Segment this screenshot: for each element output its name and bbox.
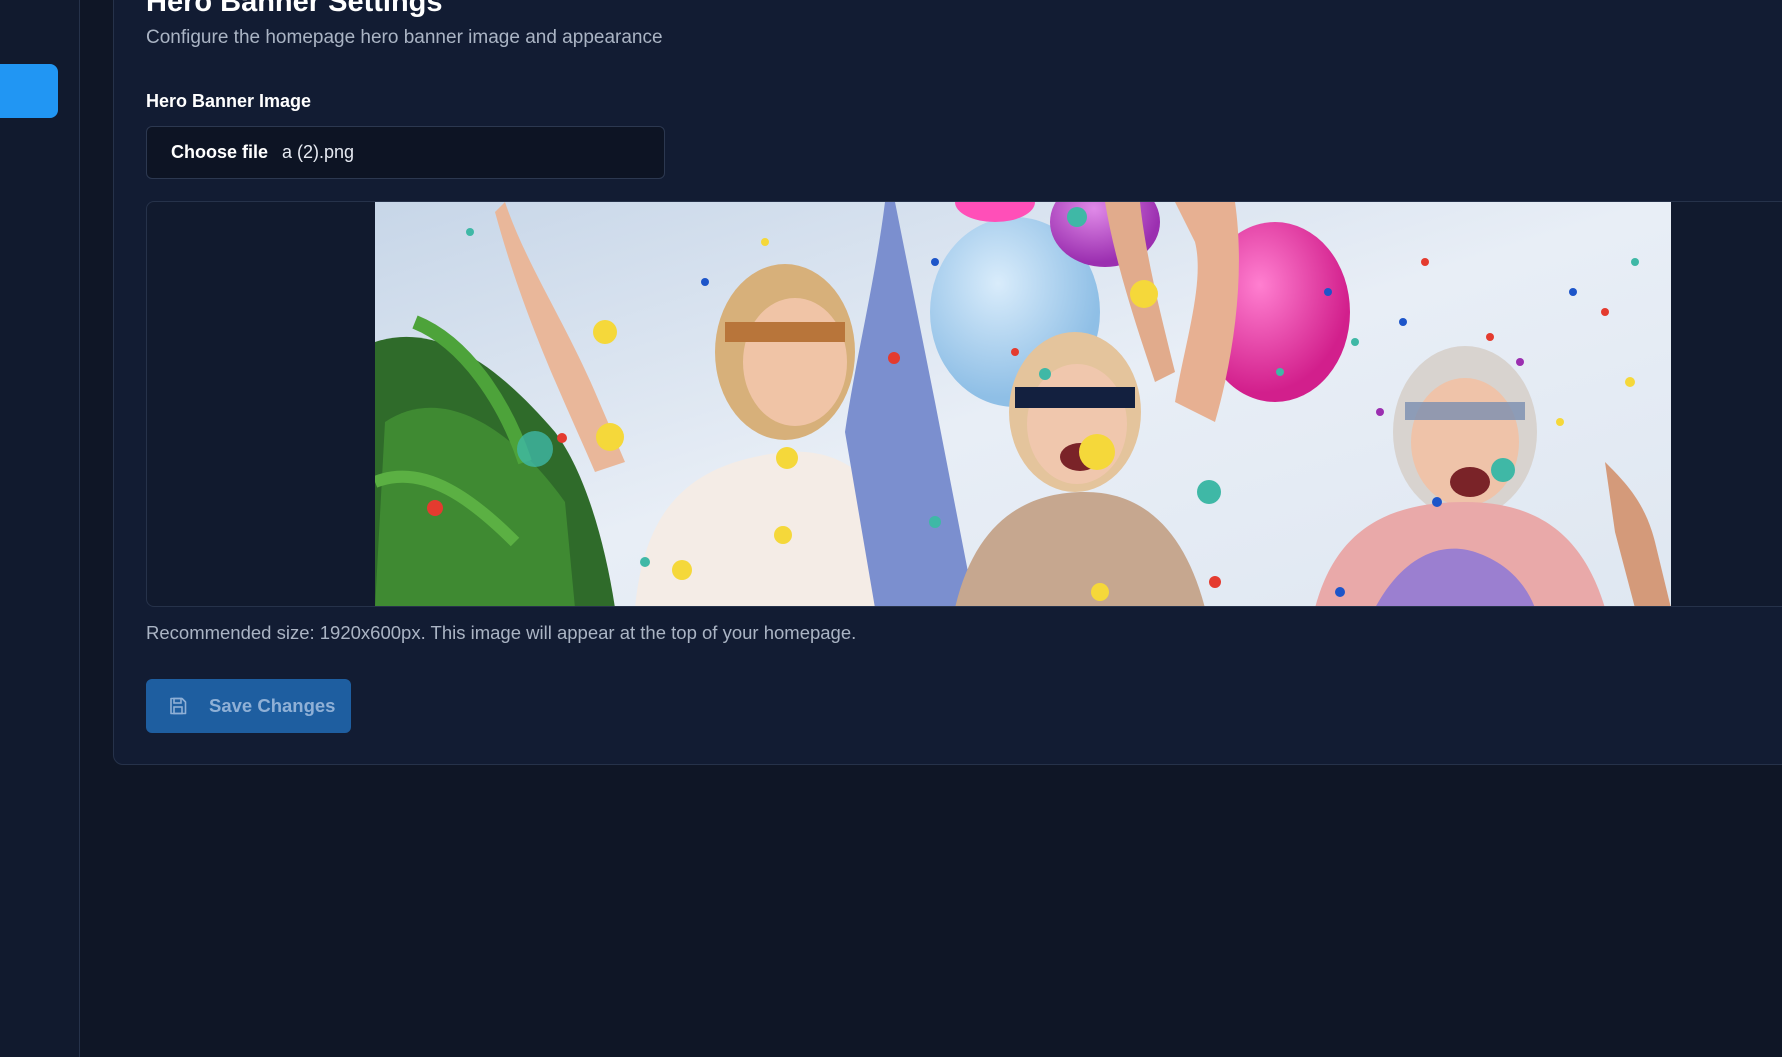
- image-size-hint: Recommended size: 1920x600px. This image…: [146, 622, 857, 643]
- hero-banner-preview: [146, 201, 1782, 607]
- hero-banner-file-input[interactable]: Choose file a (2).png: [146, 126, 665, 179]
- page-subtitle: Configure the homepage hero banner image…: [146, 27, 663, 48]
- hero-banner-preview-image: [375, 202, 1671, 606]
- selected-file-name: a (2).png: [282, 142, 355, 162]
- choose-file-button[interactable]: Choose file: [171, 142, 268, 163]
- save-button-label: Save Changes: [209, 695, 336, 716]
- hero-banner-label: Hero Banner Image: [146, 91, 312, 111]
- sidebar: [0, 0, 80, 1057]
- save-icon: [168, 696, 188, 716]
- page-title: Hero Banner Settings: [146, 0, 443, 18]
- save-changes-button[interactable]: Save Changes: [146, 679, 351, 733]
- sidebar-active-item[interactable]: [0, 64, 58, 118]
